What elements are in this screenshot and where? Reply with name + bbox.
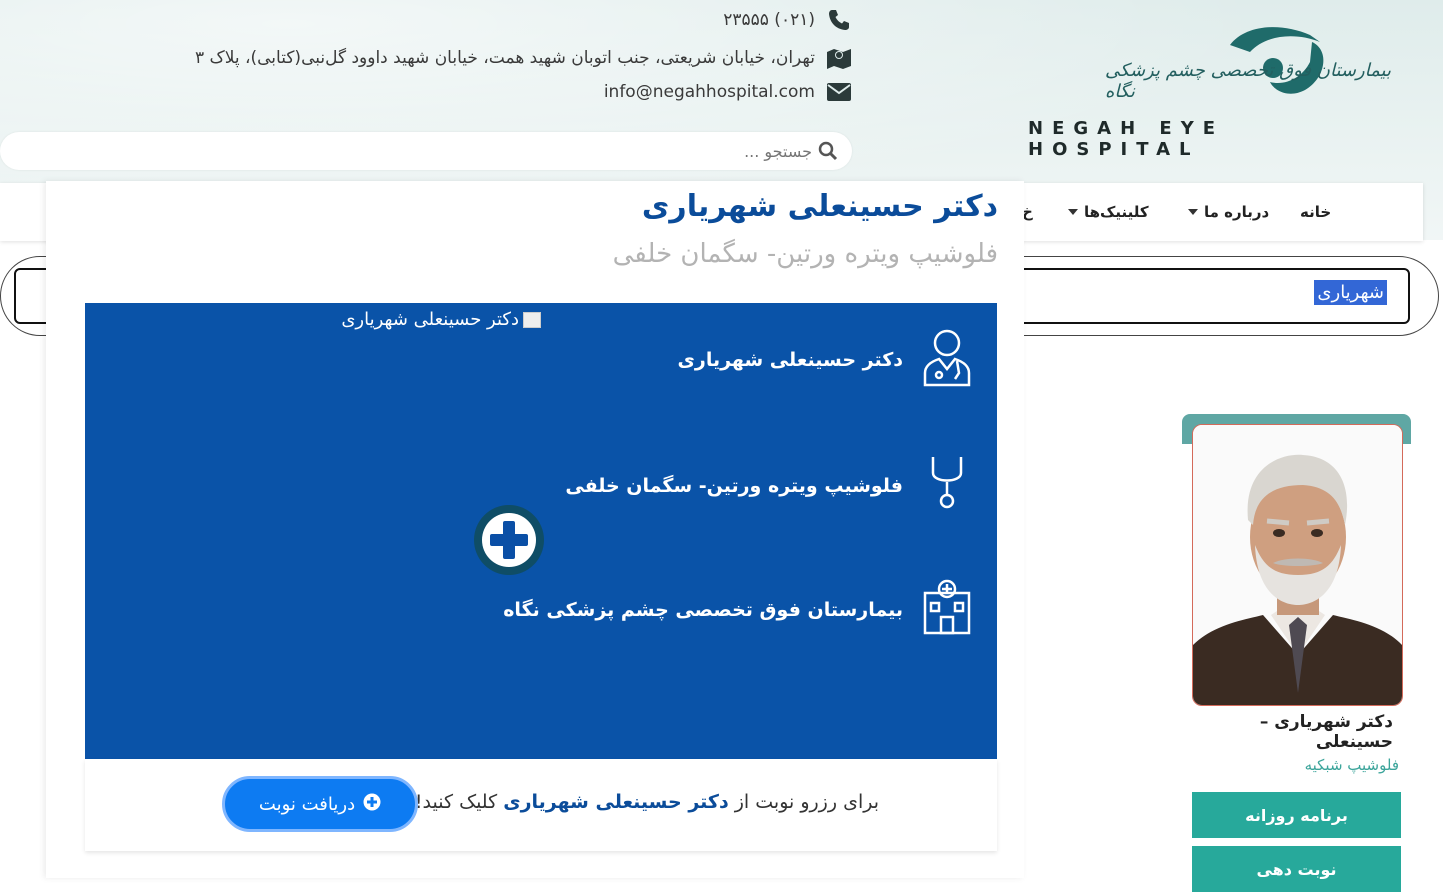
email-text[interactable]: info@negahhospital.com: [604, 82, 815, 102]
doctor-side-card: دکتر شهریاری – حسینعلی فلوشیپ شبکیه برنا…: [1182, 414, 1411, 892]
logo-english-text: NEGAH EYE HOSPITAL: [1028, 118, 1225, 160]
doctor-name: دکتر شهریاری – حسینعلی: [1259, 712, 1393, 752]
envelope-icon: [825, 80, 853, 104]
map-marker-icon: [825, 46, 853, 70]
booking-text: برای رزرو نوبت از دکتر حسینعلی شهریاری ک…: [414, 791, 879, 813]
site-search: [0, 132, 852, 170]
hospital-icon: [917, 577, 977, 642]
chevron-down-icon: [1068, 209, 1078, 215]
plus-icon: [490, 521, 528, 559]
daily-schedule-button[interactable]: برنامه روزانه: [1192, 792, 1401, 838]
modal-subtitle: فلوشیپ ویتره ورتین- سگمان خلفی: [612, 239, 998, 269]
chevron-down-icon: [1188, 209, 1198, 215]
phone-text[interactable]: (۰۲۱) ۲۳۵۵۵: [723, 10, 815, 30]
doctor-icon: [917, 325, 977, 394]
doctor-photo[interactable]: [1192, 424, 1403, 706]
hospital-logo[interactable]: بیمارستان فوق تخصصی چشم پزشکی نگاه NEGAH…: [1020, 20, 1400, 160]
selected-search-text[interactable]: شهریاری: [1314, 280, 1387, 305]
email-row: info@negahhospital.com: [604, 80, 853, 104]
nav-item-clinics[interactable]: کلینیک‌ها: [1068, 203, 1149, 221]
search-icon[interactable]: [818, 141, 838, 161]
get-appointment-button[interactable]: دریافت نوبت: [222, 776, 418, 832]
doctor-photo-broken: دکتر حسینعلی شهریاری: [341, 309, 541, 330]
doctor-specialty: فلوشیپ شبکیه: [1304, 756, 1399, 774]
add-button[interactable]: [474, 505, 544, 575]
address-text: تهران، خیابان شریعتی، جنب اتوبان شهید هم…: [194, 48, 815, 68]
info-row-hospital: بیمارستان فوق تخصصی چشم پزشکی نگاه: [503, 577, 977, 642]
nav-item-home[interactable]: خانه: [1300, 203, 1331, 221]
booking-bar: برای رزرو نوبت از دکتر حسینعلی شهریاری ک…: [85, 759, 997, 851]
broken-image-icon: [523, 311, 541, 328]
modal-title: دکتر حسینعلی شهریاری: [641, 189, 998, 224]
info-row-specialty: فلوشیپ ویتره ورتین- سگمان خلفی: [565, 451, 977, 520]
search-input[interactable]: [30, 140, 818, 162]
address-row: تهران، خیابان شریعتی، جنب اتوبان شهید هم…: [195, 46, 853, 70]
logo-persian-text: بیمارستان فوق تخصصی چشم پزشکی نگاه: [1105, 60, 1391, 102]
phone-row: (۰۲۱) ۲۳۵۵۵: [723, 8, 853, 32]
stethoscope-icon: [917, 451, 977, 520]
appointment-button[interactable]: نوبت دهی: [1192, 846, 1401, 892]
doctor-info-panel: دکتر حسینعلی شهریاری دکتر حسینعلی شهریار…: [85, 303, 997, 759]
info-row-doctor: دکتر حسینعلی شهریاری: [677, 325, 977, 394]
phone-icon: [825, 8, 853, 32]
plus-circle-icon: [363, 793, 381, 816]
nav-item-about[interactable]: درباره ما: [1188, 203, 1269, 221]
doctor-modal: دکتر حسینعلی شهریاری فلوشیپ ویتره ورتین-…: [46, 181, 1024, 878]
